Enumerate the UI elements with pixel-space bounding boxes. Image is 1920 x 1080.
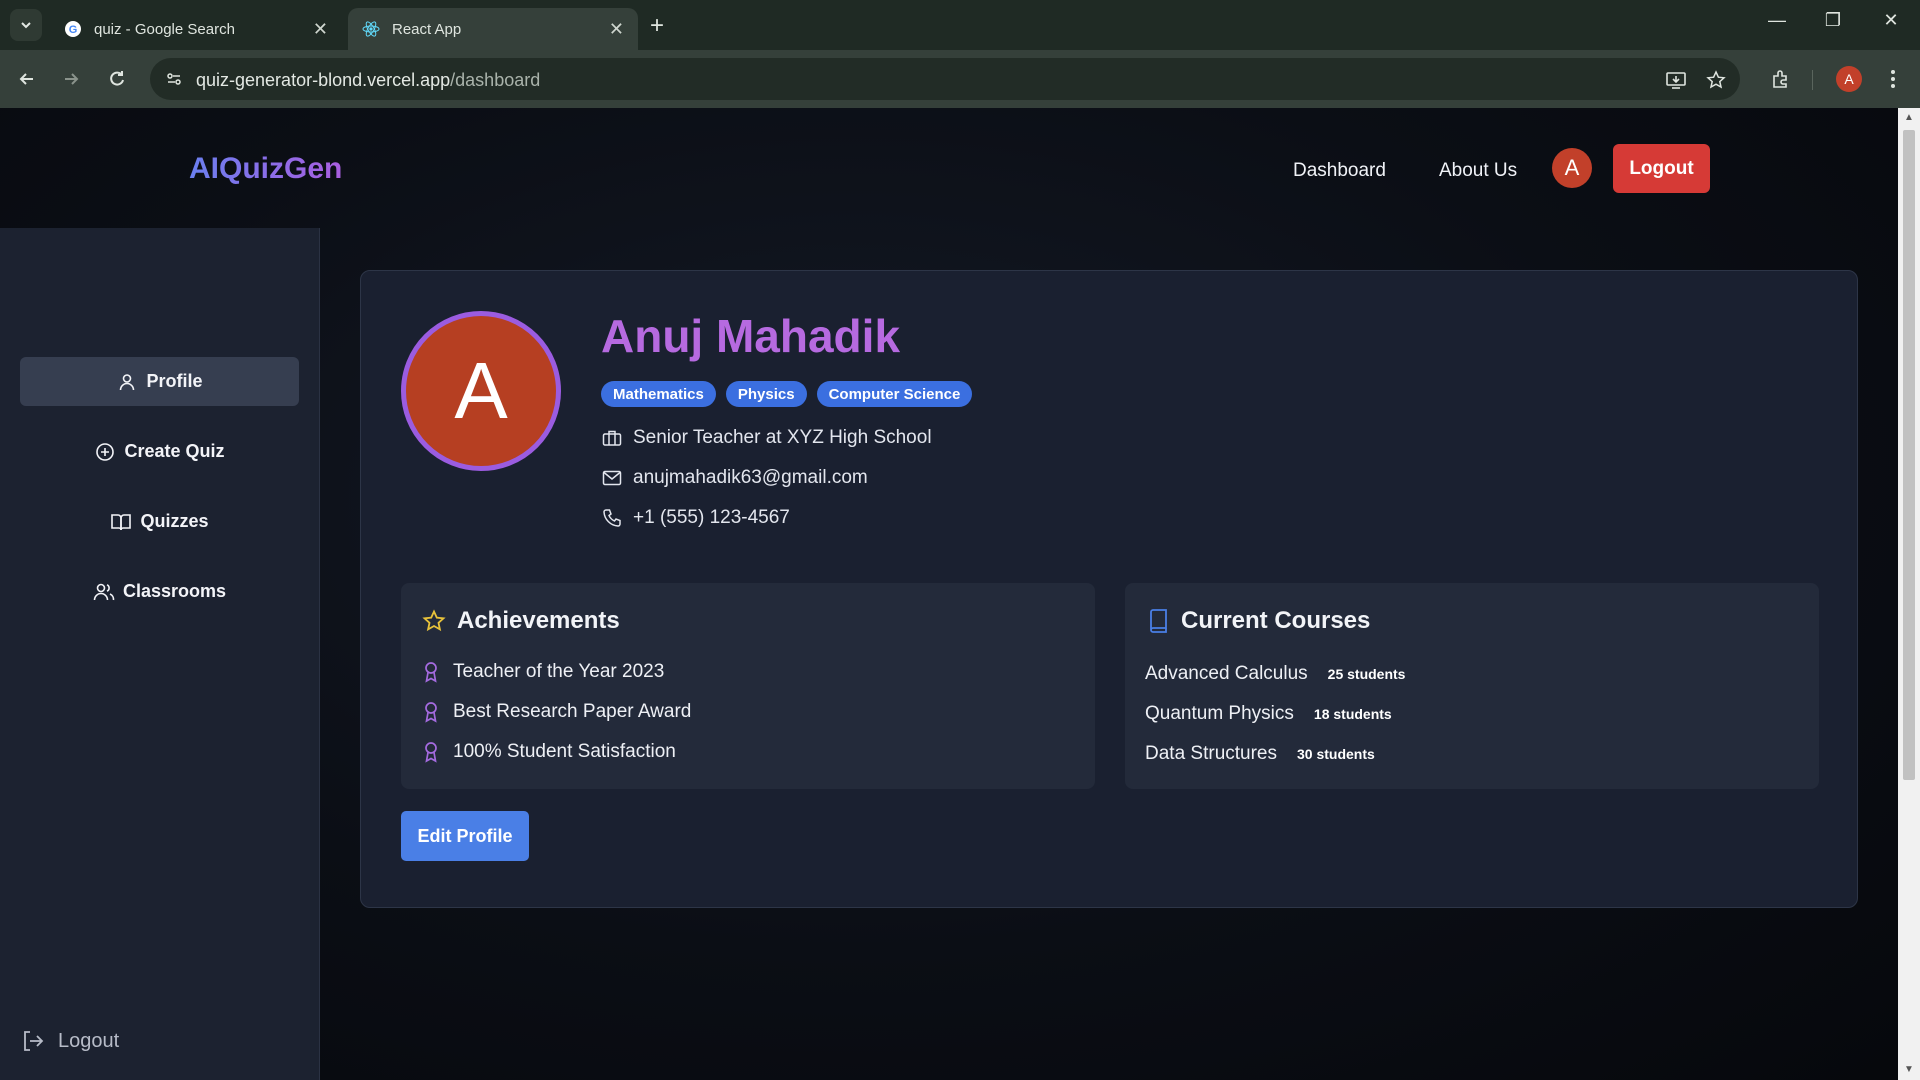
new-tab-icon[interactable]: + [650, 12, 664, 40]
course-item: Quantum Physics 18 students [1145, 703, 1392, 725]
tab-title: React App [392, 20, 462, 38]
award-icon [421, 661, 441, 683]
book-icon [1145, 608, 1171, 634]
achievement-item: Teacher of the Year 2023 [421, 661, 664, 683]
sidebar-item-label: Classrooms [122, 581, 227, 601]
react-icon [362, 20, 380, 38]
sidebar-item-quizzes[interactable]: Quizzes [20, 497, 299, 546]
subject-tag: Computer Science [816, 381, 973, 407]
profile-phone-row: +1 (555) 123-4567 [601, 507, 790, 529]
award-icon [421, 741, 441, 763]
profile-card: A Anuj Mahadik Mathematics Physics Compu… [360, 270, 1858, 908]
award-icon [421, 701, 441, 723]
course-name: Quantum Physics [1145, 703, 1294, 724]
reload-icon[interactable] [102, 64, 132, 94]
course-student-count: 25 students [1327, 666, 1406, 682]
courses-title-row: Current Courses [1145, 607, 1370, 635]
briefcase-icon [601, 427, 623, 449]
profile-name: Anuj Mahadik [601, 310, 901, 362]
nav-user-avatar[interactable]: A [1552, 148, 1592, 188]
close-window-icon[interactable]: ✕ [1876, 10, 1906, 31]
users-icon [93, 581, 115, 603]
toolbar-divider [1812, 70, 1813, 90]
course-name: Data Structures [1145, 743, 1277, 764]
browser-tab-bar: G quiz - Google Search ✕ React App ✕ + —… [0, 0, 1920, 50]
sidebar: Profile Create Quiz Quizzes Classrooms L… [0, 228, 320, 1080]
browser-profile-avatar[interactable]: A [1836, 66, 1862, 92]
subject-tag: Mathematics [601, 381, 716, 407]
tab-search-button[interactable] [10, 9, 42, 41]
achievement-label: Teacher of the Year 2023 [453, 661, 665, 682]
sidebar-item-label: Quizzes [140, 511, 209, 531]
book-open-icon [110, 511, 132, 533]
chevron-down-icon [21, 22, 31, 29]
edit-profile-button[interactable]: Edit Profile [401, 811, 529, 861]
nav-link-about-us[interactable]: About Us [1439, 160, 1517, 182]
subject-tags: Mathematics Physics Computer Science [601, 381, 973, 407]
back-icon[interactable] [12, 64, 42, 94]
achievements-title: Achievements [457, 607, 620, 634]
course-student-count: 18 students [1313, 706, 1392, 722]
achievement-label: Best Research Paper Award [453, 701, 692, 722]
extensions-icon[interactable] [1766, 64, 1796, 94]
restore-icon[interactable]: ❐ [1818, 10, 1848, 31]
close-tab-icon[interactable]: ✕ [609, 19, 624, 40]
profile-email-row: anujmahadik63@gmail.com [601, 467, 868, 489]
address-bar[interactable]: quiz-generator-blond.vercel.app/dashboar… [150, 58, 1740, 100]
course-item: Data Structures 30 students [1145, 743, 1375, 765]
nav-link-dashboard[interactable]: Dashboard [1293, 160, 1386, 182]
browser-tab-google[interactable]: G quiz - Google Search ✕ [50, 8, 342, 50]
site-info-icon[interactable] [162, 67, 186, 91]
achievements-panel: Achievements Teacher of the Year 2023 Be… [401, 583, 1095, 789]
profile-phone: +1 (555) 123-4567 [633, 507, 790, 528]
install-app-icon[interactable] [1664, 68, 1688, 92]
user-icon [116, 371, 138, 393]
close-tab-icon[interactable]: ✕ [313, 19, 328, 40]
browser-tab-react-app[interactable]: React App ✕ [348, 8, 638, 50]
achievement-label: 100% Student Satisfaction [453, 741, 676, 762]
sidebar-item-classrooms[interactable]: Classrooms [20, 567, 299, 616]
achievement-item: Best Research Paper Award [421, 701, 691, 723]
star-icon [421, 608, 447, 634]
current-courses-panel: Current Courses Advanced Calculus 25 stu… [1125, 583, 1819, 789]
tab-title: quiz - Google Search [94, 20, 235, 38]
scrollbar-thumb[interactable] [1903, 130, 1915, 780]
course-item: Advanced Calculus 25 students [1145, 663, 1405, 685]
google-icon: G [64, 20, 82, 38]
scroll-up-arrow-icon[interactable]: ▲ [1903, 112, 1915, 124]
achievements-title-row: Achievements [421, 607, 620, 635]
profile-role: Senior Teacher at XYZ High School [633, 427, 932, 448]
achievement-item: 100% Student Satisfaction [421, 741, 676, 763]
logout-icon [20, 1028, 46, 1054]
course-name: Advanced Calculus [1145, 663, 1308, 684]
sidebar-item-label: Create Quiz [124, 441, 225, 461]
course-student-count: 30 students [1297, 746, 1375, 762]
browser-toolbar: quiz-generator-blond.vercel.app/dashboar… [0, 50, 1920, 108]
sidebar-item-create-quiz[interactable]: Create Quiz [20, 427, 299, 476]
profile-role-row: Senior Teacher at XYZ High School [601, 427, 932, 449]
bookmark-star-icon[interactable] [1704, 68, 1728, 92]
more-menu-icon[interactable] [1878, 64, 1908, 94]
profile-avatar: A [401, 311, 561, 471]
page-viewport: AIQuizGen Dashboard About Us A Logout Pr… [0, 108, 1898, 1080]
subject-tag: Physics [725, 381, 807, 407]
sidebar-logout-label: Logout [58, 1029, 120, 1052]
brand-logo[interactable]: AIQuizGen [189, 152, 342, 186]
forward-icon[interactable] [56, 64, 86, 94]
plus-circle-icon [94, 441, 116, 463]
url-text: quiz-generator-blond.vercel.app/dashboar… [196, 70, 541, 90]
phone-icon [601, 507, 623, 529]
sidebar-item-profile[interactable]: Profile [20, 357, 299, 406]
minimize-icon[interactable]: — [1762, 10, 1792, 31]
nav-logout-button[interactable]: Logout [1613, 144, 1710, 193]
sidebar-item-label: Profile [146, 371, 203, 391]
profile-email: anujmahadik63@gmail.com [633, 467, 868, 488]
top-navbar: AIQuizGen Dashboard About Us A Logout [0, 108, 1898, 228]
sidebar-logout-button[interactable]: Logout [20, 1028, 119, 1054]
scroll-down-arrow-icon[interactable]: ▼ [1903, 1064, 1915, 1076]
mail-icon [601, 467, 623, 489]
page-scrollbar[interactable]: ▲ ▼ [1898, 108, 1920, 1080]
svg-text:G: G [69, 24, 78, 36]
courses-title: Current Courses [1181, 607, 1371, 634]
